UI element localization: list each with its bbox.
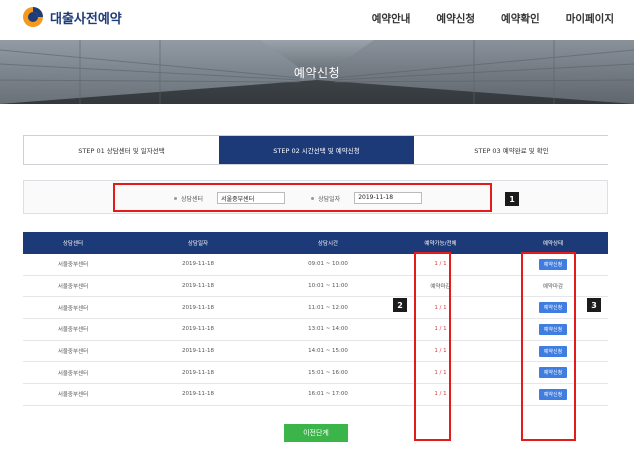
logo-text: 대출사전예약 (50, 11, 122, 27)
cell-date: 2019-11-18 (182, 348, 214, 355)
cell-date: 2019-11-18 (182, 369, 214, 376)
prev-step-button[interactable]: 이전단계 (284, 424, 348, 442)
cell-center: 서울중부센터 (57, 305, 89, 312)
page-banner: 예약신청 (0, 40, 634, 104)
col-date: 상담일자 (187, 241, 209, 247)
cell-date: 2019-11-18 (182, 391, 214, 398)
cell-center: 서울중부센터 (57, 262, 89, 269)
cell-time: 11:01 ~ 12:00 (308, 304, 348, 311)
table-header: 상담센터 상담일자 상담시간 예약가능/전체 예약상태 (23, 232, 608, 254)
col-status: 예약상태 (542, 241, 564, 247)
cell-time: 16:01 ~ 17:00 (308, 391, 348, 398)
annotation-badge-3: 3 (587, 298, 601, 312)
cell-time: 15:01 ~ 16:00 (308, 369, 348, 376)
col-availability: 예약가능/전체 (424, 241, 457, 247)
page-title: 예약신청 (293, 66, 341, 80)
annotation-box-status (521, 252, 576, 441)
step-indicator: STEP 01 상담센터 및 일자선택 STEP 02 시간선택 및 예약신청 … (23, 135, 609, 165)
cell-center: 서울중부센터 (57, 284, 89, 291)
cell-time: 10:01 ~ 11:00 (308, 283, 348, 290)
cell-time: 13:01 ~ 14:00 (308, 326, 348, 333)
cell-center: 서울중부센터 (57, 370, 89, 377)
annotation-badge-2: 2 (393, 298, 407, 312)
step-3: STEP 03 예약완료 및 확인 (414, 136, 609, 164)
cell-date: 2019-11-18 (182, 283, 214, 290)
col-center: 상담센터 (62, 241, 84, 247)
annotation-badge-1: 1 (505, 192, 519, 206)
main-nav: 예약안내 예약신청 예약확인 마이페이지 (346, 11, 614, 26)
cell-date: 2019-11-18 (182, 326, 214, 333)
cell-time: 14:01 ~ 15:00 (308, 348, 348, 355)
cell-time: 09:01 ~ 10:00 (308, 261, 348, 268)
step-2-active: STEP 02 시간선택 및 예약신청 (219, 136, 414, 164)
nav-item-mypage[interactable]: 마이페이지 (566, 11, 614, 26)
cell-center: 서울중부센터 (57, 349, 89, 356)
annotation-box-availability (414, 252, 451, 441)
cell-center: 서울중부센터 (57, 392, 89, 399)
site-header: 대출사전예약 예약안내 예약신청 예약확인 마이페이지 (0, 0, 634, 38)
annotation-box-search (113, 183, 492, 212)
site-logo[interactable]: 대출사전예약 (22, 6, 122, 28)
cell-date: 2019-11-18 (182, 261, 214, 268)
nav-item-guide[interactable]: 예약안내 (372, 11, 411, 26)
logo-icon (22, 6, 44, 28)
step-1: STEP 01 상담센터 및 일자선택 (24, 136, 219, 164)
cell-center: 서울중부센터 (57, 327, 89, 334)
col-time: 상담시간 (317, 241, 339, 247)
nav-item-apply[interactable]: 예약신청 (436, 11, 475, 26)
nav-item-check[interactable]: 예약확인 (501, 11, 540, 26)
cell-date: 2019-11-18 (182, 304, 214, 311)
